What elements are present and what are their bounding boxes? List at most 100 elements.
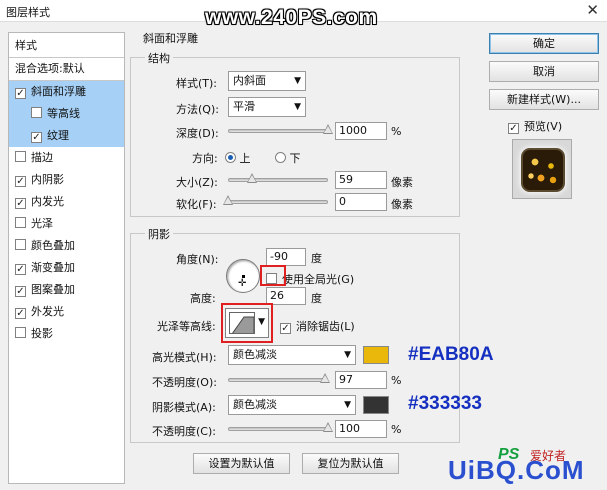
bevel-group-title: 斜面和浮雕 [140,30,201,46]
chevron-down-icon: ▼ [344,400,351,410]
window-title: 图层样式 [6,6,50,19]
make-default-button[interactable]: 设置为默认值 [193,453,290,474]
shading-title: 阴影 [145,226,173,242]
chevron-down-icon: ▼ [344,350,351,360]
style-item-checkbox[interactable] [15,151,26,162]
anti-alias-option[interactable]: ✓ 消除锯齿(L) [280,318,355,334]
blend-options-item[interactable]: 混合选项:默认 [9,58,124,80]
style-item-checkbox[interactable]: ✓ [15,286,26,297]
technique-select-value: 平滑 [233,100,255,113]
style-item[interactable]: 等高线 [9,103,124,125]
preview-label: 预览(V) [524,120,563,133]
soften-slider[interactable] [223,195,328,205]
style-item[interactable]: ✓ 内发光 [9,191,124,213]
altitude-unit: 度 [311,292,322,305]
shadow-mode-label: 阴影模式(A): [152,401,216,414]
new-style-button[interactable]: 新建样式(W)... [489,89,599,110]
angle-dial[interactable]: ✛ [226,259,260,293]
style-item-checkbox[interactable]: ✓ [15,176,26,187]
style-item-checkbox[interactable] [15,327,26,338]
highlight-color-swatch[interactable] [363,346,389,364]
soften-unit: 像素 [391,198,413,211]
style-list-header[interactable]: 样式 [9,35,124,57]
close-icon[interactable]: ✕ [586,1,599,19]
highlight-opacity-input[interactable]: 97 [335,371,387,389]
shadow-mode-value: 颜色减淡 [233,398,277,411]
shadow-opacity-input[interactable]: 100 [335,420,387,438]
preview-swatch [523,150,563,190]
slider-track [228,427,328,431]
style-item[interactable]: 光泽 [9,213,124,235]
depth-label: 深度(D): [176,127,219,140]
crosshair-icon: ✛ [238,278,247,289]
highlight-box [221,303,273,343]
size-slider[interactable] [228,173,328,183]
highlight-color-annotation: #EAB80A [408,344,494,365]
shadow-mode-select[interactable]: 颜色减淡 ▼ [228,395,356,415]
style-item[interactable]: ✓ 渐变叠加 [9,257,124,279]
style-item-checkbox[interactable]: ✓ [15,198,26,209]
slider-thumb[interactable] [323,124,333,134]
gloss-contour-label: 光泽等高线: [157,320,216,333]
style-preview-thumbnail [512,139,572,199]
watermark-top: www.240PS.com [205,6,378,29]
size-input[interactable]: 59 [335,171,387,189]
style-item[interactable]: ✓ 斜面和浮雕 [9,81,124,103]
style-item-checkbox[interactable] [31,107,42,118]
highlight-opacity-label: 不透明度(O): [152,376,217,389]
style-item[interactable]: ✓ 外发光 [9,301,124,323]
chevron-down-icon: ▼ [294,102,301,112]
preview-checkbox[interactable]: ✓ [508,123,519,134]
structure-title: 结构 [145,50,173,66]
watermark-bottom: UiBQ.CoM [448,455,585,485]
slider-track [228,178,328,182]
highlight-opacity-slider[interactable] [228,373,330,383]
shadow-color-swatch[interactable] [363,396,389,414]
style-item[interactable]: 颜色叠加 [9,235,124,257]
angle-input[interactable]: -90 [266,248,306,266]
style-item-checkbox[interactable] [15,217,26,228]
style-item-checkbox[interactable] [15,239,26,250]
radio-up[interactable] [225,152,236,163]
style-item[interactable]: 描边 [9,147,124,169]
reset-default-button[interactable]: 复位为默认值 [302,453,399,474]
highlight-mode-select[interactable]: 颜色减淡 ▼ [228,345,356,365]
highlight-box [260,265,286,286]
slider-track [228,129,328,133]
style-item-label: 内发光 [31,195,64,208]
technique-select[interactable]: 平滑 ▼ [228,97,306,117]
style-item-checkbox[interactable]: ✓ [15,88,26,99]
style-select[interactable]: 内斜面 ▼ [228,71,306,91]
preview-option[interactable]: ✓ 预览(V) [508,118,562,134]
angle-label: 角度(N): [176,253,219,266]
style-item[interactable]: ✓ 内阴影 [9,169,124,191]
cancel-button[interactable]: 取消 [489,61,599,82]
shadow-opacity-slider[interactable] [228,422,333,432]
altitude-label: 高度: [190,292,216,305]
depth-slider[interactable] [228,124,333,134]
style-item[interactable]: ✓ 图案叠加 [9,279,124,301]
highlight-mode-value: 颜色减淡 [233,348,277,361]
style-item-label: 纹理 [47,129,69,142]
slider-thumb[interactable] [247,173,257,183]
style-select-value: 内斜面 [233,74,266,87]
slider-thumb[interactable] [320,373,330,383]
slider-track [228,378,328,382]
style-item[interactable]: ✓ 纹理 [9,125,124,147]
direction-down-option[interactable]: 下 [275,150,301,166]
direction-up-option[interactable]: 上 [225,150,251,166]
ok-button[interactable]: 确定 [489,33,599,54]
style-item-checkbox[interactable]: ✓ [15,308,26,319]
depth-input[interactable]: 1000 [335,122,387,140]
shadow-opacity-unit: % [391,423,402,436]
slider-thumb[interactable] [323,422,333,432]
style-item-checkbox[interactable]: ✓ [15,264,26,275]
anti-alias-checkbox[interactable]: ✓ [280,323,291,334]
slider-thumb[interactable] [223,195,233,205]
size-label: 大小(Z): [176,176,218,189]
soften-input[interactable]: 0 [335,193,387,211]
soften-label: 软化(F): [176,198,217,211]
style-item[interactable]: 投影 [9,323,124,345]
radio-down[interactable] [275,152,286,163]
style-item-checkbox[interactable]: ✓ [31,132,42,143]
